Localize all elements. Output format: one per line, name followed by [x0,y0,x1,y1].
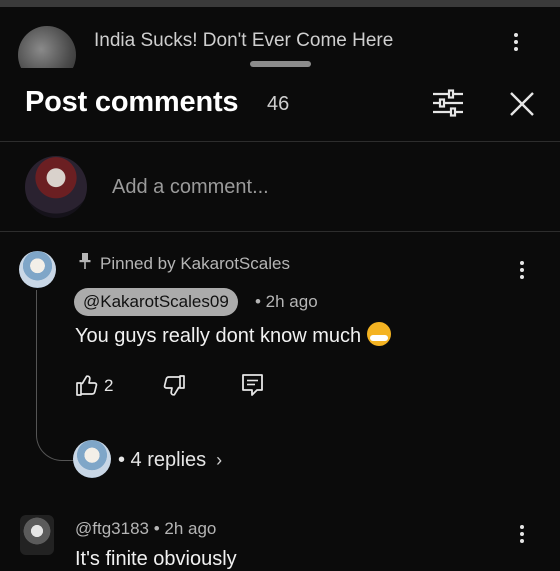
comment-text: You guys really dont know much [75,322,392,348]
comment-icon[interactable] [241,373,264,397]
comment-author-line: @ftg3183 • 2h ago [75,519,216,539]
add-comment-input[interactable]: Add a comment... [112,176,269,199]
comment-time: • 2h ago [153,519,217,538]
replies-label: • 4 replies [118,449,207,471]
thumbs-down-icon[interactable] [162,374,186,398]
pinned-label: Pinned by KakarotScales [100,254,290,273]
header-divider [0,141,560,142]
comment-body: You guys really dont know much [75,325,362,347]
thread-connector [36,290,77,461]
user-avatar [25,156,87,218]
comment-author[interactable]: @KakarotScales09 [74,288,238,316]
video-bar: India Sucks! Don't Ever Come Here [0,0,560,84]
more-vertical-icon[interactable] [518,259,526,281]
chevron-right-icon: › [216,450,223,470]
view-replies-button[interactable]: • 4 replies › [118,449,222,472]
comment-count: 46 [267,93,290,115]
thumbs-up-icon[interactable] [75,373,99,397]
composer-divider [0,231,560,232]
like-count: 2 [104,376,114,395]
pin-icon [79,253,91,269]
video-title[interactable]: India Sucks! Don't Ever Come Here [94,30,393,52]
commenter-avatar[interactable] [19,251,56,288]
video-more-icon[interactable] [512,31,520,53]
commenter-avatar[interactable] [20,515,54,555]
reply-avatar[interactable] [73,440,111,478]
comment-author[interactable]: @ftg3183 [75,519,149,538]
close-icon[interactable] [508,90,536,118]
sliders-icon[interactable] [432,89,464,117]
page-title: Post comments [25,86,239,118]
more-vertical-icon[interactable] [518,523,526,545]
drag-handle[interactable] [250,61,311,67]
sneezing-face-icon [367,322,392,346]
video-preview-strip [0,0,560,7]
comment-time: • 2h ago [255,292,318,311]
